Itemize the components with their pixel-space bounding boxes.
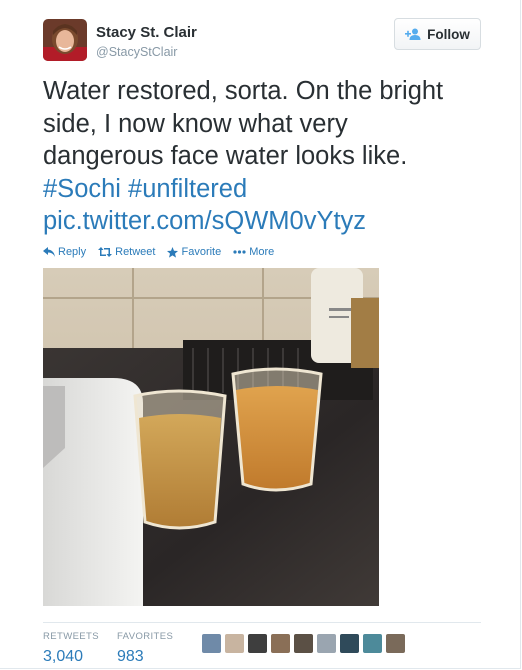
follow-user-icon	[405, 28, 421, 40]
hashtags[interactable]: #Sochi #unfiltered	[43, 173, 503, 206]
stats-divider	[43, 622, 481, 623]
tweet-line: Water restored, sorta. On the bright	[43, 77, 444, 105]
more-label: More	[249, 246, 275, 258]
favoriter-avatar[interactable]	[248, 634, 267, 653]
follow-button-label: Follow	[427, 26, 470, 42]
favoriter-avatar[interactable]	[386, 634, 405, 653]
reply-icon	[43, 247, 55, 257]
user-name[interactable]: Stacy St. Clair	[96, 24, 197, 41]
favoriter-avatar[interactable]	[317, 634, 336, 653]
favoriter-avatar[interactable]	[363, 634, 382, 653]
favorite-action[interactable]: Favorite	[167, 246, 221, 258]
user-handle[interactable]: @StacyStClair	[96, 45, 177, 59]
pic-link[interactable]: pic.twitter.com/sQWM0vYtyz	[43, 205, 503, 238]
favorites-stat[interactable]: FAVORITES 983	[117, 631, 173, 666]
follow-button[interactable]: Follow	[394, 18, 481, 50]
reply-action[interactable]: Reply	[43, 246, 86, 258]
favoriter-avatar[interactable]	[225, 634, 244, 653]
tweet-photo[interactable]	[43, 268, 379, 606]
retweets-stat[interactable]: RETWEETS 3,040	[43, 631, 99, 666]
more-dots-icon	[233, 250, 246, 254]
tweet-actions: Reply Retweet Favorite More	[43, 246, 274, 258]
favorites-label: FAVORITES	[117, 631, 174, 642]
more-action[interactable]: More	[233, 246, 274, 258]
tweet-text: Water restored, sorta. On the bright sid…	[43, 75, 503, 238]
retweet-icon	[98, 247, 113, 257]
star-icon	[167, 246, 179, 258]
retweets-count: 3,040	[43, 648, 84, 665]
favoriter-avatar[interactable]	[294, 634, 313, 653]
favorites-count: 983	[117, 648, 144, 665]
reply-label: Reply	[58, 246, 87, 258]
retweet-label: Retweet	[115, 246, 156, 258]
avatar[interactable]	[43, 19, 87, 61]
favoriter-avatar[interactable]	[202, 634, 221, 653]
retweet-action[interactable]: Retweet	[98, 246, 155, 258]
favoriter-avatar[interactable]	[340, 634, 359, 653]
favoriter-avatar[interactable]	[271, 634, 290, 653]
favoriters-list	[202, 634, 405, 653]
tweet-line: side, I now know what very	[43, 109, 348, 138]
retweets-label: RETWEETS	[43, 631, 99, 642]
favorite-label: Favorite	[181, 246, 222, 258]
tweet-line: dangerous face water looks like.	[43, 142, 408, 170]
